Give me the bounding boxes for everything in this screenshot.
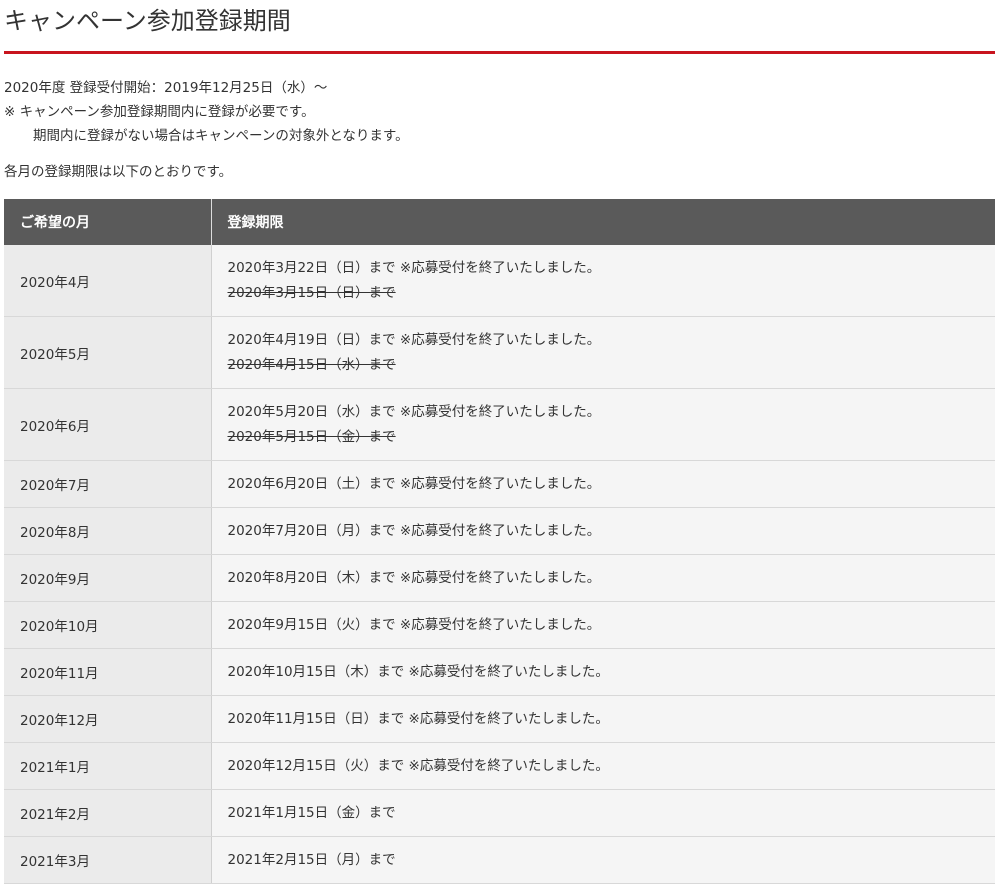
month-cell: 2021年2月 <box>4 789 212 837</box>
intro-text: 2020年度 登録受付開始：2019年12月25日（水）～ ※ キャンペーン参加… <box>4 76 994 184</box>
deadline-cell: 2020年10月15日（木）まで ※応募受付を終了いたしました。 <box>211 648 995 696</box>
deadline-cell: 2021年1月15日（金）まで <box>211 789 995 837</box>
deadline-text: 2020年4月19日（日）まで ※応募受付を終了いたしました。 <box>227 331 601 348</box>
table-row: 2020年8月 2020年7月20日（月）まで ※応募受付を終了いたしました。 <box>4 507 995 555</box>
old-deadline-text: 2020年4月15日（水）まで <box>227 356 396 373</box>
page-title: キャンペーン参加登録期間 <box>4 7 291 35</box>
registration-note: ※ キャンペーン参加登録期間内に登録が必要です。 <box>4 104 315 120</box>
table-row: 2020年6月 2020年5月20日（水）まで ※応募受付を終了いたしました。 … <box>4 388 995 461</box>
table-row: 2021年3月 2021年2月15日（月）まで <box>4 836 995 884</box>
deadline-text: 2020年5月20日（水）まで ※応募受付を終了いたしました。 <box>227 403 601 420</box>
registration-start-text: 2020年度 登録受付開始：2019年12月25日（水）～ <box>4 80 328 96</box>
table-row: 2020年7月 2020年6月20日（土）まで ※応募受付を終了いたしました。 <box>4 460 995 508</box>
deadline-cell: 2020年12月15日（火）まで ※応募受付を終了いたしました。 <box>211 742 995 790</box>
table-header-row: ご希望の月 登録期限 <box>4 199 995 245</box>
header-deadline: 登録期限 <box>211 199 995 245</box>
page: キャンペーン参加登録期間 2020年度 登録受付開始：2019年12月25日（水… <box>0 0 1000 884</box>
deadline-cell: 2020年11月15日（日）まで ※応募受付を終了いたしました。 <box>211 695 995 743</box>
deadline-cell: 2020年4月19日（日）まで ※応募受付を終了いたしました。 2020年4月1… <box>211 316 995 389</box>
table-row: 2021年1月 2020年12月15日（火）まで ※応募受付を終了いたしました。 <box>4 742 995 790</box>
table-row: 2020年10月 2020年9月15日（火）まで ※応募受付を終了いたしました。 <box>4 601 995 649</box>
table-row: 2020年9月 2020年8月20日（木）まで ※応募受付を終了いたしました。 <box>4 554 995 602</box>
deadline-cell: 2020年6月20日（土）まで ※応募受付を終了いたしました。 <box>211 460 995 508</box>
month-cell: 2020年8月 <box>4 507 212 555</box>
month-cell: 2020年7月 <box>4 460 212 508</box>
month-cell: 2021年3月 <box>4 836 212 884</box>
registration-note-detail: 期間内に登録がない場合はキャンペーンの対象外となります。 <box>33 128 409 144</box>
table-row: 2020年12月 2020年11月15日（日）まで ※応募受付を終了いたしました… <box>4 695 995 743</box>
month-cell: 2020年5月 <box>4 316 212 389</box>
month-cell: 2020年9月 <box>4 554 212 602</box>
table-row: 2021年2月 2021年1月15日（金）まで <box>4 789 995 837</box>
month-cell: 2020年4月 <box>4 245 212 317</box>
title-divider <box>4 51 995 54</box>
header-month: ご希望の月 <box>4 199 212 245</box>
deadline-cell: 2020年9月15日（火）まで ※応募受付を終了いたしました。 <box>211 601 995 649</box>
month-cell: 2021年1月 <box>4 742 212 790</box>
old-deadline-text: 2020年5月15日（金）まで <box>227 428 396 445</box>
deadline-cell: 2020年5月20日（水）まで ※応募受付を終了いたしました。 2020年5月1… <box>211 388 995 461</box>
deadline-lead-text: 各月の登録期限は以下のとおりです。 <box>4 164 233 180</box>
month-cell: 2020年11月 <box>4 648 212 696</box>
month-cell: 2020年10月 <box>4 601 212 649</box>
month-cell: 2020年12月 <box>4 695 212 743</box>
table-row: 2020年11月 2020年10月15日（木）まで ※応募受付を終了いたしました… <box>4 648 995 696</box>
table-row: 2020年4月 2020年3月22日（日）まで ※応募受付を終了いたしました。 … <box>4 245 995 317</box>
deadline-cell: 2021年2月15日（月）まで <box>211 836 995 884</box>
deadline-cell: 2020年8月20日（木）まで ※応募受付を終了いたしました。 <box>211 554 995 602</box>
deadline-cell: 2020年3月22日（日）まで ※応募受付を終了いたしました。 2020年3月1… <box>211 245 995 317</box>
deadline-text: 2020年3月22日（日）まで ※応募受付を終了いたしました。 <box>227 259 601 276</box>
month-cell: 2020年6月 <box>4 388 212 461</box>
old-deadline-text: 2020年3月15日（日）まで <box>227 284 396 301</box>
table-row: 2020年5月 2020年4月19日（日）まで ※応募受付を終了いたしました。 … <box>4 316 995 389</box>
deadline-cell: 2020年7月20日（月）まで ※応募受付を終了いたしました。 <box>211 507 995 555</box>
deadline-table: ご希望の月 登録期限 2020年4月 2020年3月22日（日）まで ※応募受付… <box>4 199 995 884</box>
